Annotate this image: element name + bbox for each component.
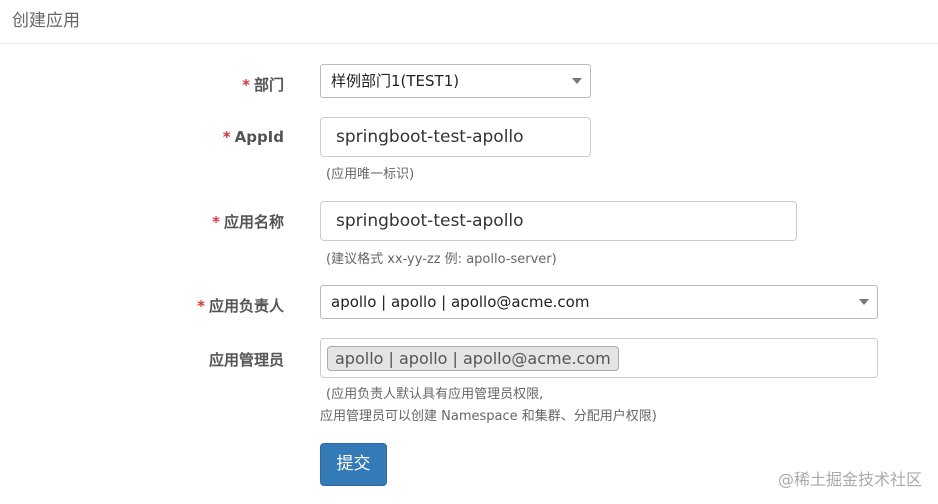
department-select-value: 样例部门1(TEST1)	[331, 72, 460, 90]
admins-help-line2: 应用管理员可以创建 Namespace 和集群、分配用户权限)	[320, 409, 657, 424]
owner-label-text: 应用负责人	[208, 297, 284, 315]
page-title: 创建应用	[12, 11, 80, 31]
appid-label: * AppId	[84, 128, 284, 146]
department-label-text: 部门	[253, 76, 284, 94]
required-mark: *	[222, 128, 231, 146]
app-name-label: * 应用名称	[84, 211, 284, 232]
panel-header: 创建应用	[0, 0, 938, 44]
required-mark: *	[212, 213, 220, 231]
owner-select-value: apollo | apollo | apollo@acme.com	[331, 293, 590, 311]
admins-help-line1: (应用负责人默认具有应用管理员权限,	[326, 387, 544, 402]
appid-input-value: springboot-test-apollo	[336, 127, 524, 147]
department-label: * 部门	[84, 74, 284, 95]
required-mark: *	[242, 76, 250, 94]
admins-label-text: 应用管理员	[208, 351, 284, 369]
required-mark: *	[197, 297, 205, 315]
owner-select[interactable]: apollo | apollo | apollo@acme.com	[320, 285, 878, 319]
appid-input[interactable]: springboot-test-apollo	[320, 117, 591, 157]
watermark: @稀土掘金技术社区	[777, 470, 922, 489]
submit-button[interactable]: 提交	[320, 443, 387, 486]
chevron-down-icon	[572, 78, 582, 84]
admins-label: 应用管理员	[84, 349, 284, 370]
owner-label: * 应用负责人	[84, 295, 284, 316]
app-name-label-text: 应用名称	[223, 213, 284, 231]
admin-tag[interactable]: apollo | apollo | apollo@acme.com	[327, 346, 619, 371]
app-name-input[interactable]: springboot-test-apollo	[320, 201, 797, 241]
admins-multiselect[interactable]: apollo | apollo | apollo@acme.com	[320, 338, 878, 378]
appid-label-text: AppId	[234, 128, 284, 146]
department-select[interactable]: 样例部门1(TEST1)	[320, 64, 591, 98]
chevron-down-icon	[859, 299, 869, 305]
app-name-input-value: springboot-test-apollo	[336, 211, 524, 231]
app-name-help: (建议格式 xx-yy-zz 例: apollo-server)	[326, 252, 557, 267]
appid-help: (应用唯一标识)	[326, 167, 415, 182]
